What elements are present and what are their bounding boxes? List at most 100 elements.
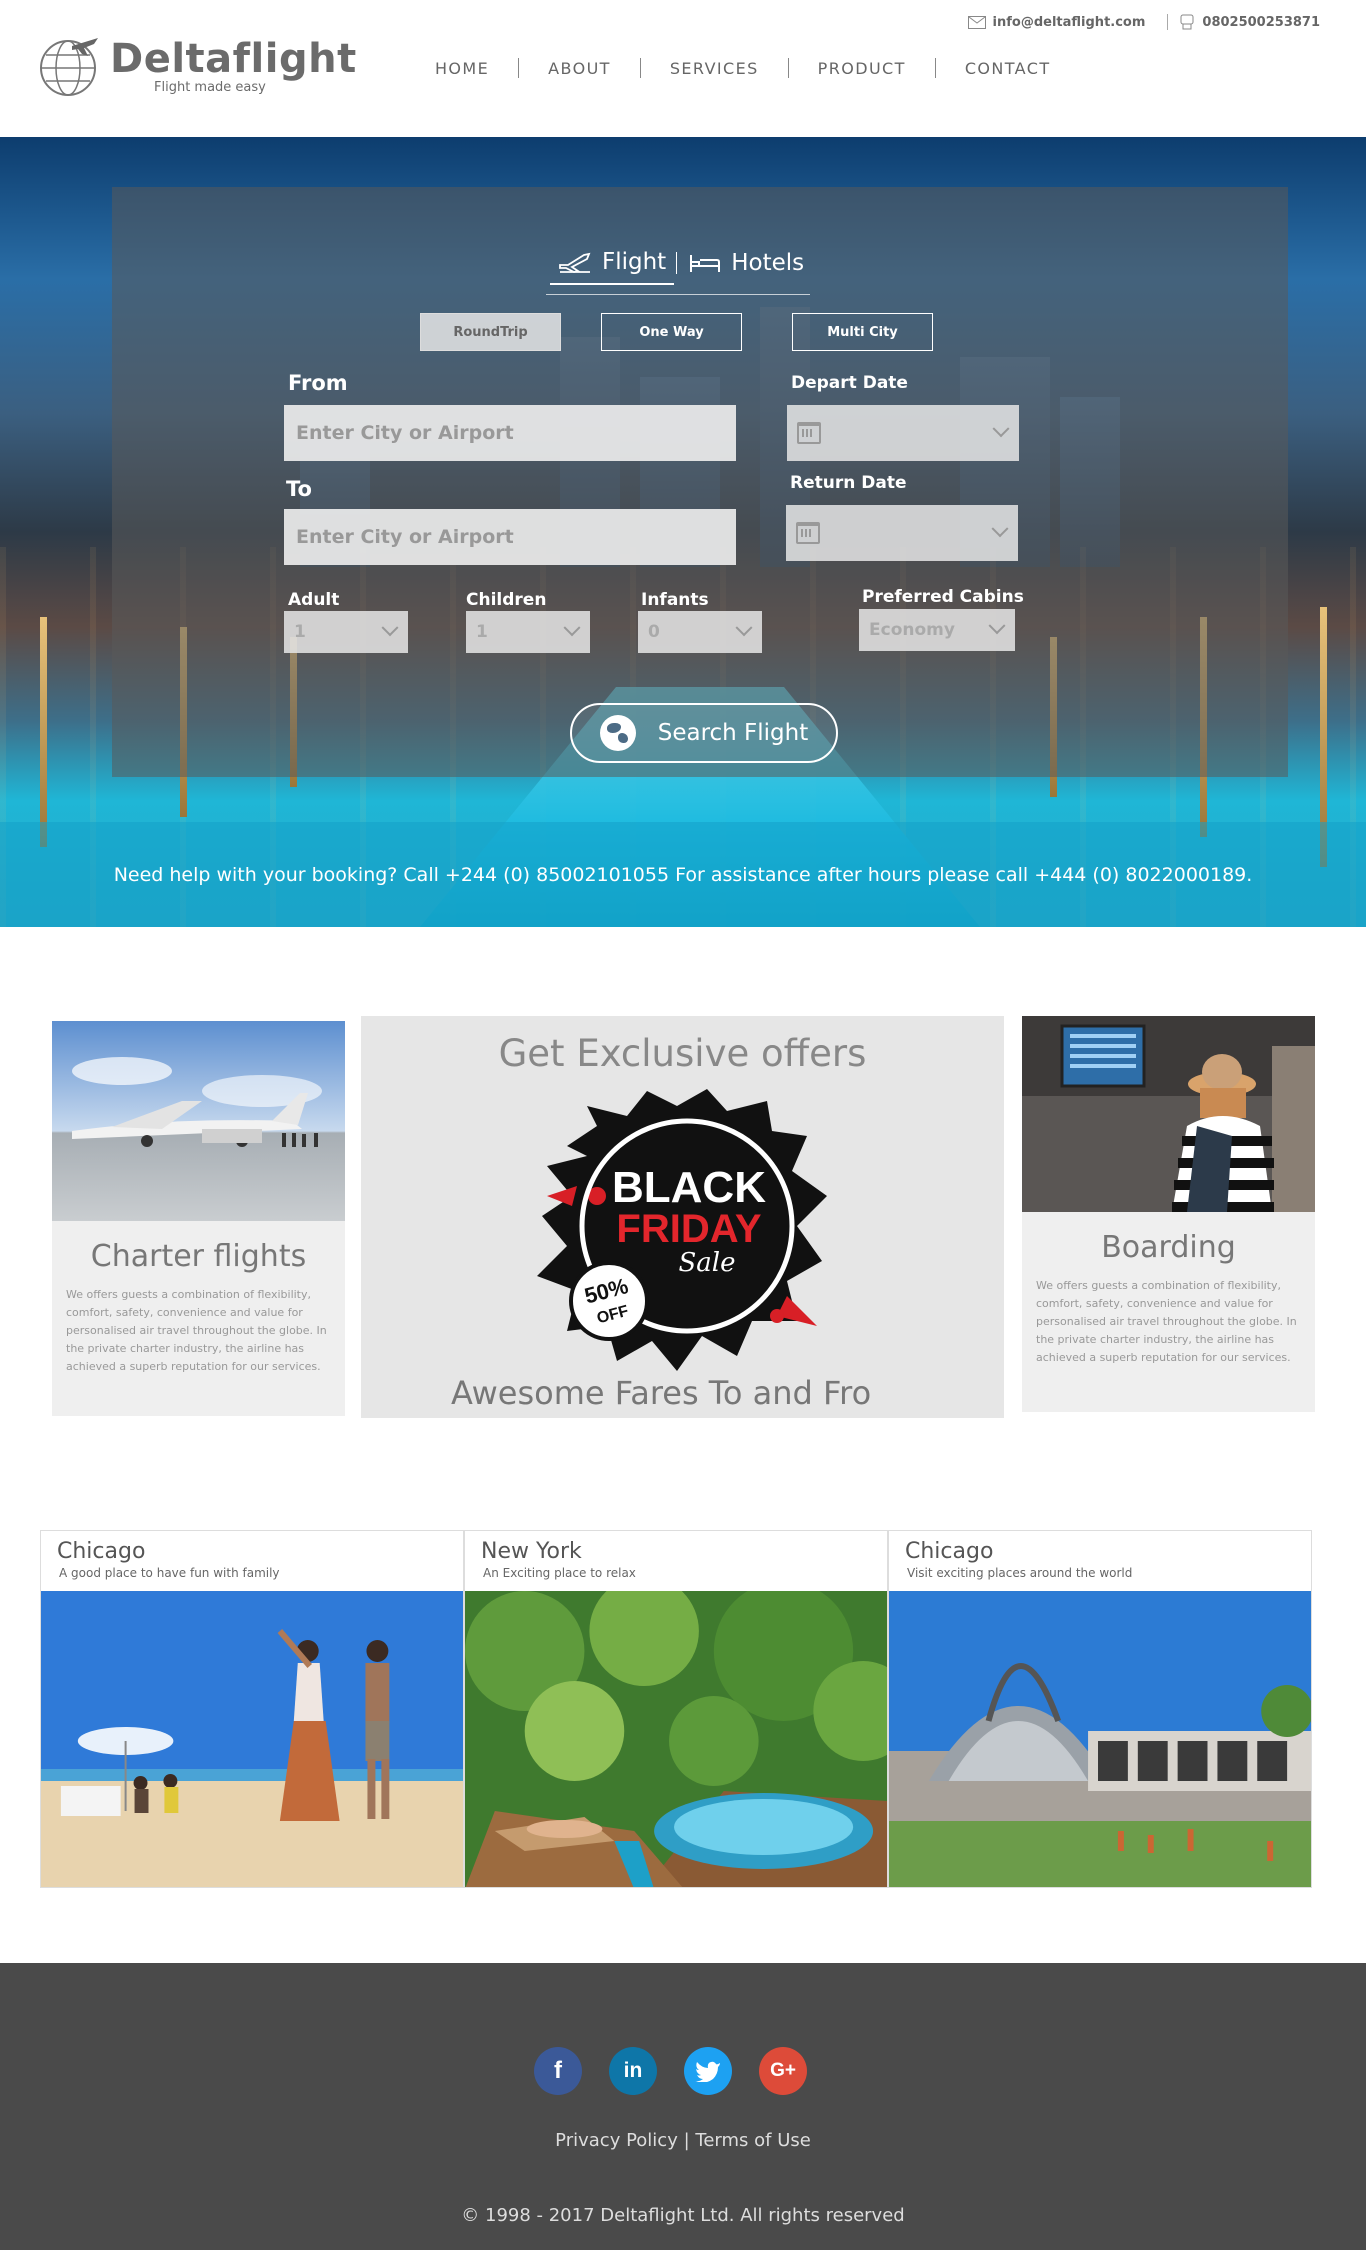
jungle-pool-image [465, 1591, 887, 1887]
from-label: From [288, 371, 348, 395]
promo-sale: Sale [678, 1248, 735, 1278]
nav-home[interactable]: HOME [406, 59, 518, 78]
phone-icon [1180, 14, 1194, 30]
adult-select[interactable]: 1 [284, 611, 408, 653]
exclusive-offers-title: Get Exclusive offers [498, 1032, 867, 1075]
boarding-title: Boarding [1101, 1230, 1236, 1265]
charter-flights-card[interactable]: Charter flights We offers guests a combi… [52, 1021, 345, 1416]
twitter-icon[interactable] [684, 2047, 732, 2095]
phone-contact[interactable]: 0802500253871 [1167, 14, 1320, 30]
to-input[interactable]: Enter City or Airport [284, 509, 736, 565]
destination-subtitle: Visit exciting places around the world [907, 1566, 1133, 1580]
destination-card[interactable]: Chicago Visit exciting places around the… [888, 1530, 1312, 1888]
twitter-bird-glyph [695, 2061, 720, 2082]
destination-city: New York [481, 1539, 582, 1564]
search-flight-label: Search Flight [657, 720, 809, 746]
hero-section: Flight Hotels RoundTrip One Way Multi Ci… [0, 137, 1366, 927]
destination-subtitle: An Exciting place to relax [483, 1566, 636, 1580]
boarding-photo [1022, 1016, 1315, 1212]
trip-multi-city-button[interactable]: Multi City [792, 313, 933, 351]
destination-card[interactable]: New York An Exciting place to relax [464, 1530, 888, 1888]
adult-value: 1 [294, 622, 306, 642]
chevron-down-icon [381, 619, 399, 637]
tabs-underline [546, 294, 810, 295]
chevron-down-icon [563, 619, 581, 637]
top-contact-bar: info@deltaflight.com 0802500253871 [967, 14, 1320, 30]
promo-friday: FRIDAY [616, 1207, 762, 1251]
mail-icon [967, 15, 986, 29]
tab-hotels-label: Hotels [731, 250, 805, 276]
tab-divider [676, 252, 678, 274]
email-text: info@deltaflight.com [992, 14, 1146, 30]
return-date-picker[interactable] [786, 505, 1018, 561]
footer-link-divider: | [683, 2130, 690, 2151]
exclusive-offers-card[interactable]: Get Exclusive offers BLACK FRIDAY Sale 5… [361, 1016, 1004, 1418]
black-friday-sale-badge: BLACK FRIDAY Sale 50% OFF [537, 1089, 827, 1371]
search-flight-button[interactable]: Search Flight [570, 703, 838, 763]
destination-city: Chicago [905, 1539, 994, 1564]
planetarium-image [889, 1591, 1311, 1887]
nav-about[interactable]: ABOUT [519, 59, 640, 78]
help-banner: Need help with your booking? Call +244 (… [0, 822, 1366, 927]
logo-name: Deltaflight [110, 35, 357, 82]
destination-card[interactable]: Chicago A good place to have fun with fa… [40, 1530, 464, 1888]
tab-flight-label: Flight [602, 249, 667, 275]
footer: f in G+ Privacy Policy | Terms of Use © … [0, 1963, 1366, 2250]
background-post [40, 617, 47, 847]
facebook-icon[interactable]: f [534, 2047, 582, 2095]
calendar-icon [796, 522, 820, 544]
email-contact[interactable]: info@deltaflight.com [967, 14, 1146, 30]
tab-hotels[interactable]: Hotels [681, 250, 812, 284]
search-panel: Flight Hotels RoundTrip One Way Multi Ci… [112, 187, 1288, 777]
beach-image [41, 1591, 463, 1887]
main-nav: HOME ABOUT SERVICES PRODUCT CONTACT [406, 58, 1080, 78]
children-value: 1 [476, 622, 488, 642]
calendar-icon [797, 422, 821, 444]
globe-plane-icon [40, 38, 98, 96]
chevron-down-icon [992, 420, 1010, 438]
chevron-down-icon [991, 520, 1009, 538]
nav-contact[interactable]: CONTACT [936, 59, 1080, 78]
from-input[interactable]: Enter City or Airport [284, 405, 736, 461]
infants-value: 0 [648, 622, 660, 642]
trip-one-way-button[interactable]: One Way [601, 313, 742, 351]
chevron-down-icon [988, 617, 1006, 635]
phone-text: 0802500253871 [1202, 14, 1320, 30]
tab-flight[interactable]: Flight [550, 249, 675, 285]
charter-description: We offers guests a combination of flexib… [66, 1288, 327, 1373]
boarding-card[interactable]: Boarding We offers guests a combination … [1022, 1016, 1315, 1412]
traveler-image [1022, 1016, 1315, 1212]
chevron-down-icon [735, 619, 753, 637]
infants-label: Infants [641, 590, 709, 610]
boarding-description: We offers guests a combination of flexib… [1036, 1279, 1297, 1364]
linkedin-icon[interactable]: in [609, 2047, 657, 2095]
exclusive-offers-footer: Awesome Fares To and Fro [451, 1374, 872, 1412]
depart-date-label: Depart Date [791, 373, 908, 393]
cabin-label: Preferred Cabins [862, 587, 1024, 607]
charter-photo [52, 1021, 345, 1221]
depart-date-picker[interactable] [787, 405, 1019, 461]
cabin-value: Economy [869, 620, 955, 640]
google-plus-icon[interactable]: G+ [759, 2047, 807, 2095]
return-date-label: Return Date [790, 473, 907, 493]
social-links: f in G+ [534, 2047, 807, 2095]
terms-of-use-link[interactable]: Terms of Use [695, 2130, 810, 2151]
nav-product[interactable]: PRODUCT [789, 59, 935, 78]
adult-label: Adult [288, 590, 340, 610]
copyright-text: © 1998 - 2017 Deltaflight Ltd. All right… [461, 2205, 905, 2226]
logo[interactable]: Deltaflight Flight made easy [38, 34, 357, 98]
contact-divider [1167, 14, 1169, 30]
privacy-policy-link[interactable]: Privacy Policy [555, 2130, 678, 2151]
infants-select[interactable]: 0 [638, 611, 762, 653]
promo-black: BLACK [612, 1163, 766, 1212]
to-label: To [286, 477, 312, 501]
charter-title: Charter flights [90, 1239, 307, 1274]
children-select[interactable]: 1 [466, 611, 590, 653]
cabin-select[interactable]: Economy [859, 609, 1015, 651]
airplane-image [52, 1021, 345, 1221]
nav-services[interactable]: SERVICES [641, 59, 788, 78]
destination-city: Chicago [57, 1539, 146, 1564]
children-label: Children [466, 590, 547, 610]
trip-roundtrip-button[interactable]: RoundTrip [420, 313, 561, 351]
logo-tagline: Flight made easy [154, 79, 266, 95]
